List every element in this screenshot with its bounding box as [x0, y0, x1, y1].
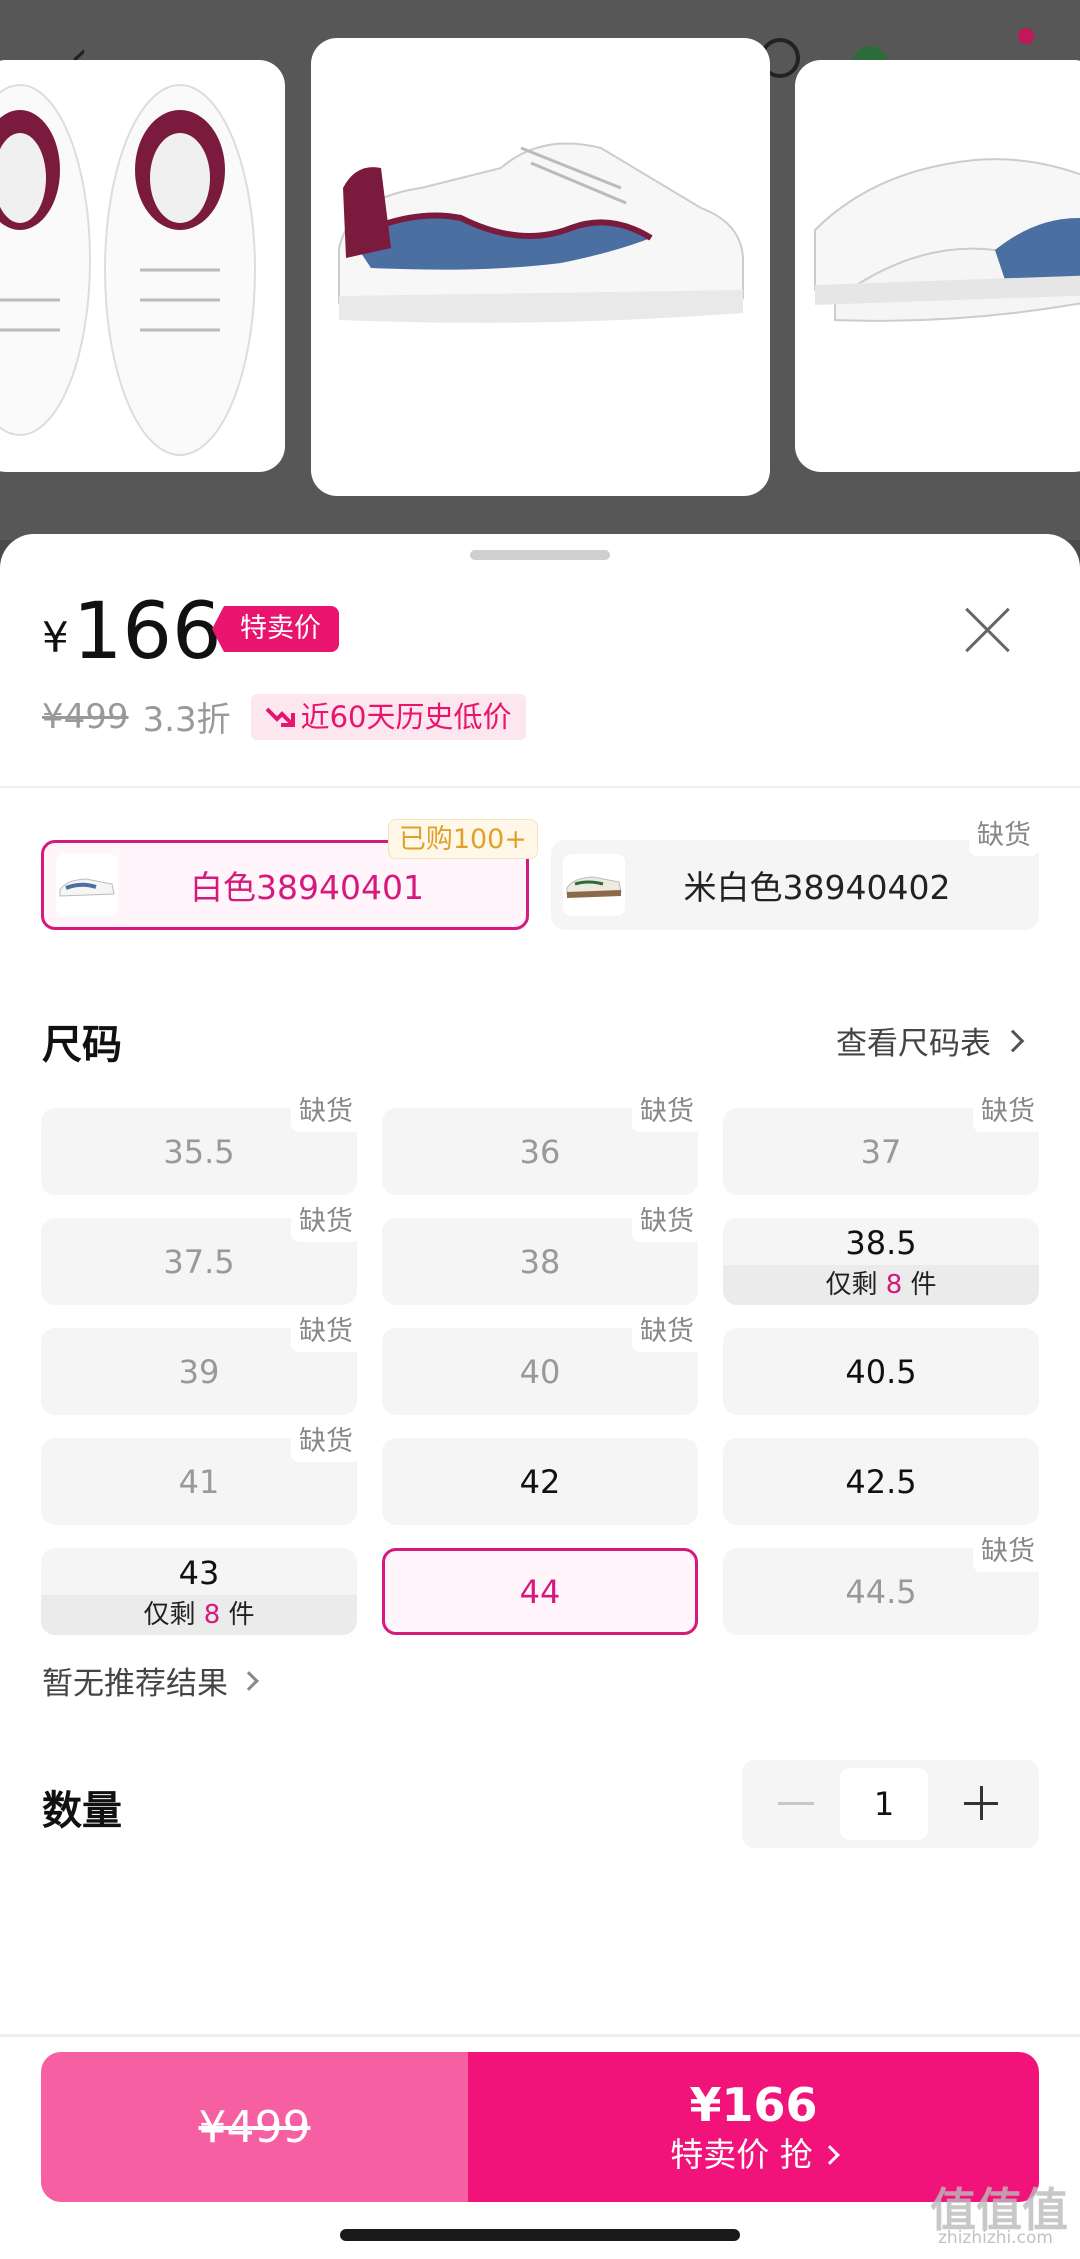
notification-dot-icon [1018, 28, 1034, 44]
chevron-right-icon [239, 1670, 259, 1691]
out-of-stock-tag: 缺货 [969, 816, 1039, 856]
size-option[interactable]: 44 [382, 1548, 698, 1635]
lowest-price-text: 近60天历史低价 [300, 699, 512, 734]
size-option[interactable]: 38 缺货 [382, 1202, 702, 1305]
product-gallery-backdrop: ‹ [0, 0, 1080, 540]
product-image-angle-view[interactable] [795, 60, 1080, 472]
size-value: 35.5 [163, 1132, 235, 1171]
size-value: 37.5 [163, 1242, 235, 1281]
size-value: 42 [519, 1462, 561, 1501]
close-icon[interactable] [960, 604, 1014, 658]
size-value: 37 [860, 1132, 902, 1171]
quantity-stepper: 1 [742, 1760, 1039, 1848]
size-option[interactable]: 37.5 缺货 [41, 1202, 361, 1305]
out-of-stock-tag: 缺货 [291, 1312, 361, 1352]
size-value: 38 [519, 1242, 561, 1281]
recommend-label: 暂无推荐结果 [42, 1666, 228, 1702]
discount-label: 3.3折 [142, 700, 231, 740]
size-option[interactable]: 39 缺货 [41, 1312, 361, 1415]
buy-original-price: ¥499 [198, 2101, 311, 2153]
size-option[interactable]: 44.5 缺货 [723, 1532, 1043, 1635]
out-of-stock-tag: 缺货 [291, 1092, 361, 1132]
out-of-stock-tag: 缺货 [291, 1202, 361, 1242]
low-stock-count: 8 [885, 1270, 903, 1300]
size-option[interactable]: 38.5 仅剩 8 件 [723, 1218, 1039, 1305]
size-value: 40.5 [845, 1352, 917, 1391]
size-option[interactable]: 40 缺货 [382, 1312, 702, 1415]
out-of-stock-tag: 缺货 [973, 1092, 1043, 1132]
sheet-drag-handle[interactable] [470, 550, 610, 560]
original-price-button[interactable]: ¥499 [41, 2052, 468, 2202]
buy-action-row: 特卖价 抢 [670, 2133, 840, 2177]
home-indicator[interactable] [340, 2229, 740, 2241]
plus-icon[interactable] [928, 1760, 1036, 1848]
original-price: ¥499 [42, 696, 129, 737]
watermark-url: zhizhizhi.com [938, 2228, 1053, 2248]
chevron-right-icon [819, 2145, 840, 2165]
size-option[interactable]: 40.5 [723, 1328, 1039, 1415]
size-value: 38.5 [845, 1224, 917, 1262]
size-value: 39 [178, 1352, 220, 1391]
divider [0, 2034, 1080, 2037]
sku-selector-sheet: ¥ 166 特卖价 ¥499 3.3折 近60天历史低价 白色38940401 … [0, 534, 1080, 2259]
size-section-title: 尺码 [42, 1022, 122, 1068]
size-option[interactable]: 43 仅剩 8 件 [41, 1548, 357, 1635]
low-stock-suffix: 件 [910, 1270, 937, 1300]
color-option-label: 米白色38940402 [683, 868, 951, 907]
size-option[interactable]: 37 缺货 [723, 1092, 1043, 1195]
quantity-value[interactable]: 1 [840, 1768, 928, 1840]
color-thumb-image [563, 854, 625, 916]
minus-icon[interactable] [742, 1760, 840, 1848]
quantity-title: 数量 [42, 1788, 122, 1834]
chevron-right-icon [1001, 1029, 1025, 1052]
size-value: 36 [519, 1132, 561, 1171]
lowest-price-badge: 近60天历史低价 [250, 693, 526, 740]
buy-special-price: ¥166 [689, 2078, 818, 2132]
trend-down-icon [265, 707, 295, 727]
size-value: 41 [178, 1462, 220, 1501]
original-price-row: ¥499 3.3折 近60天历史低价 [42, 692, 526, 741]
bought-count-tag: 已购100+ [387, 819, 538, 859]
size-option[interactable]: 41 缺货 [41, 1422, 361, 1525]
color-option-label: 白色38940401 [190, 868, 424, 907]
product-image-top-view[interactable] [0, 60, 285, 472]
size-value: 40 [519, 1352, 561, 1391]
color-option-offwhite[interactable]: 米白色38940402 缺货 [551, 816, 1039, 930]
low-stock-prefix: 仅剩 [825, 1270, 878, 1300]
out-of-stock-tag: 缺货 [973, 1532, 1043, 1572]
out-of-stock-tag: 缺货 [632, 1312, 702, 1352]
size-value: 43 [178, 1554, 220, 1592]
size-value: 42.5 [845, 1462, 917, 1501]
color-thumb-image [56, 854, 118, 916]
size-value: 44.5 [845, 1572, 917, 1611]
color-option-white[interactable]: 白色38940401 已购100+ [41, 819, 538, 930]
current-price: 166 [72, 587, 222, 677]
out-of-stock-tag: 缺货 [291, 1422, 361, 1462]
low-stock-count: 8 [203, 1600, 221, 1630]
product-image-side-view[interactable] [311, 38, 770, 496]
low-stock-prefix: 仅剩 [143, 1600, 196, 1630]
buy-bar: ¥499 ¥166 特卖价 抢 [41, 2052, 1039, 2202]
divider [0, 786, 1080, 788]
size-value: 44 [519, 1572, 561, 1611]
buy-action-label: 特卖价 抢 [670, 2135, 813, 2174]
size-option[interactable]: 42.5 [723, 1438, 1039, 1525]
price-row: ¥ 166 [42, 592, 222, 672]
currency-symbol: ¥ [42, 613, 69, 662]
out-of-stock-tag: 缺货 [632, 1092, 702, 1132]
low-stock-notice: 仅剩 8 件 [723, 1265, 1039, 1305]
recommend-link[interactable]: 暂无推荐结果 [42, 1658, 259, 1703]
size-option[interactable]: 36 缺货 [382, 1092, 702, 1195]
size-option[interactable]: 35.5 缺货 [41, 1092, 361, 1195]
size-chart-link[interactable]: 查看尺码表 [836, 1018, 1025, 1063]
low-stock-suffix: 件 [228, 1600, 255, 1630]
size-option[interactable]: 42 [382, 1438, 698, 1525]
out-of-stock-tag: 缺货 [632, 1202, 702, 1242]
low-stock-notice: 仅剩 8 件 [41, 1595, 357, 1635]
size-chart-label: 查看尺码表 [836, 1026, 991, 1062]
special-price-tag: 特卖价 [212, 606, 339, 652]
